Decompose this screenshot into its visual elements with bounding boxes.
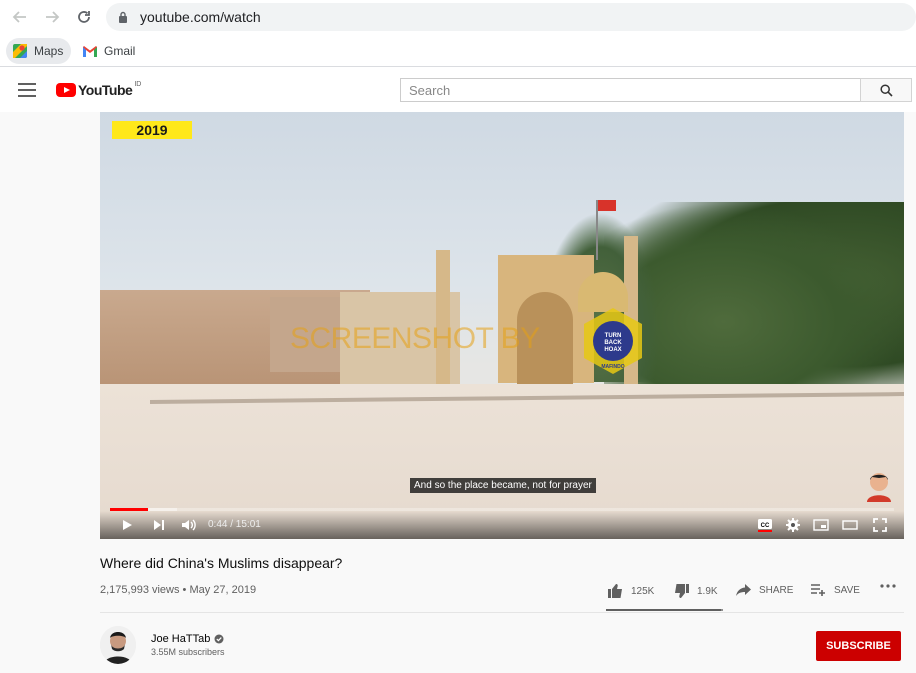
like-count: 125K	[631, 585, 655, 597]
youtube-logo[interactable]: YouTube ID	[56, 80, 142, 98]
gmail-icon	[83, 45, 97, 57]
add-to-playlist-icon	[811, 584, 825, 596]
save-label: SAVE	[834, 584, 860, 596]
verified-check-icon	[214, 634, 224, 644]
video-player[interactable]: 2019 SCREENSHOT BY TURN BACK HOAX MAFIND…	[100, 112, 904, 539]
bookmark-label: Gmail	[104, 44, 136, 58]
share-button[interactable]: SHARE	[736, 584, 793, 596]
more-horizontal-icon	[880, 584, 896, 588]
reload-icon[interactable]	[72, 5, 96, 29]
channel-name[interactable]: Joe HaTTab	[151, 633, 210, 645]
youtube-header: YouTube ID	[0, 68, 916, 112]
browser-toolbar: youtube.com/watch	[0, 0, 916, 34]
divider	[100, 612, 904, 613]
avatar[interactable]	[100, 626, 136, 664]
search-box	[400, 78, 860, 102]
video-frame-flag	[598, 200, 616, 211]
menu-icon[interactable]	[18, 83, 36, 97]
bookmarks-bar: Maps Gmail	[0, 34, 916, 67]
sentiment-like-fill	[606, 609, 722, 611]
url-text: youtube.com/watch	[140, 9, 261, 25]
more-actions-button[interactable]	[880, 584, 904, 588]
next-icon[interactable]	[148, 515, 170, 535]
like-button[interactable]: 125K	[608, 584, 654, 598]
svg-text:BACK: BACK	[604, 340, 622, 346]
turnbackhoax-badge-icon: TURN BACK HOAX MAFINDO	[584, 308, 642, 374]
year-tag: 2019	[112, 121, 192, 139]
bookmark-label: Maps	[34, 44, 64, 58]
subscriber-count: 3.55M subscribers	[151, 647, 225, 657]
address-bar[interactable]: youtube.com/watch	[106, 3, 916, 31]
channel-name-row[interactable]: Joe HaTTab	[151, 633, 224, 645]
svg-text:MAFINDO: MAFINDO	[601, 364, 624, 370]
search-input[interactable]	[401, 79, 860, 101]
settings-gear-icon[interactable]	[782, 515, 804, 535]
search-button[interactable]	[860, 78, 912, 102]
subscribe-button[interactable]: SUBSCRIBE	[816, 631, 901, 661]
volume-icon[interactable]	[178, 515, 200, 535]
thumbs-down-icon	[675, 584, 689, 598]
fullscreen-icon[interactable]	[869, 515, 891, 535]
save-button[interactable]: SAVE	[811, 584, 860, 596]
channel-watermark-icon[interactable]	[864, 468, 894, 502]
captions-icon[interactable]: CC	[754, 515, 776, 535]
svg-text:TURN: TURN	[605, 333, 622, 339]
dislike-count: 1.9K	[697, 585, 718, 597]
svg-text:CC: CC	[761, 523, 770, 529]
dislike-button[interactable]: 1.9K	[674, 584, 718, 598]
player-controls: 0:44 / 15:01 CC	[100, 511, 904, 539]
share-arrow-icon	[736, 584, 751, 596]
video-frame-minaret	[436, 250, 450, 385]
youtube-play-icon	[56, 83, 76, 97]
miniplayer-icon[interactable]	[810, 515, 832, 535]
watermark-text: SCREENSHOT BY	[290, 322, 540, 355]
forward-arrow-icon[interactable]	[40, 5, 64, 29]
caption-text: And so the place became, not for prayer	[410, 478, 596, 493]
view-count-date: 2,175,993 views • May 27, 2019	[100, 584, 257, 596]
time-display: 0:44 / 15:01	[208, 519, 261, 530]
back-arrow-icon[interactable]	[8, 5, 32, 29]
sentiment-bar	[606, 609, 723, 611]
video-title: Where did China's Muslims disappear?	[100, 555, 343, 571]
thumbs-up-icon	[608, 584, 622, 598]
channel-avatar-icon	[100, 626, 136, 664]
logo-text: YouTube	[78, 82, 133, 98]
bookmark-maps[interactable]: Maps	[6, 38, 72, 64]
svg-text:HOAX: HOAX	[604, 347, 621, 353]
play-icon[interactable]	[116, 515, 138, 535]
bookmark-gmail[interactable]: Gmail	[76, 38, 143, 64]
share-label: SHARE	[759, 584, 794, 596]
lock-icon	[119, 11, 127, 23]
theater-mode-icon[interactable]	[839, 515, 861, 535]
maps-icon	[13, 44, 27, 58]
search-icon	[879, 83, 893, 97]
logo-country: ID	[134, 80, 142, 88]
